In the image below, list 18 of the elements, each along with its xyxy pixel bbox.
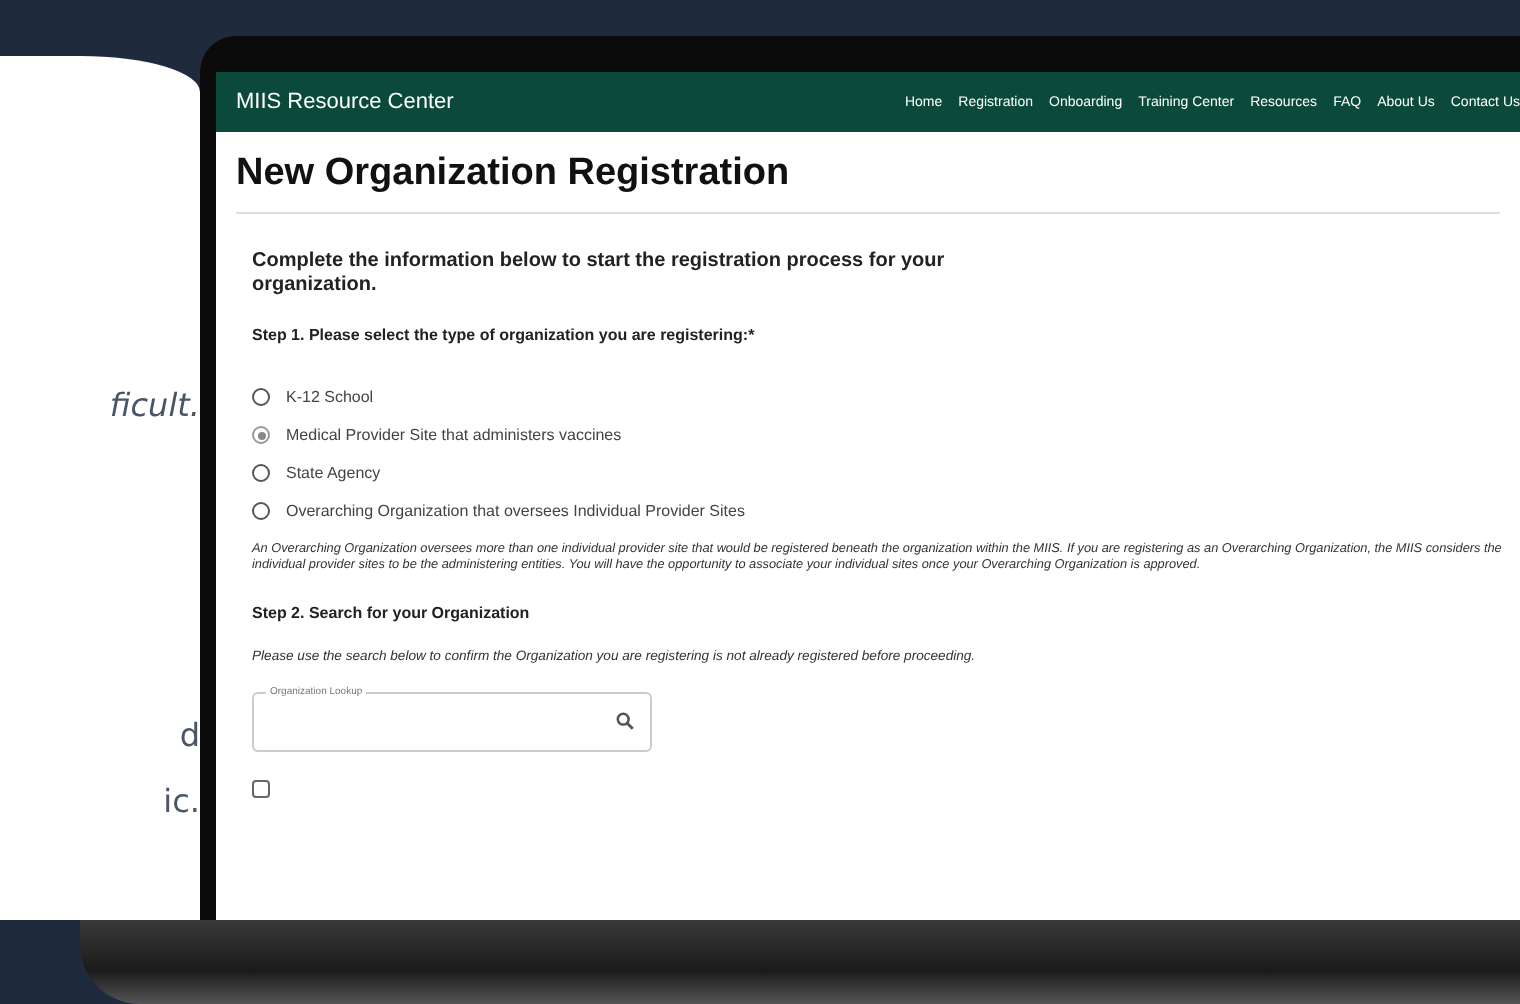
checkbox[interactable] bbox=[252, 779, 270, 798]
site-title[interactable]: MIIS Resource Center bbox=[236, 90, 905, 114]
step-heading: Step 1. Please select the type of organization you are registering:* bbox=[252, 326, 757, 344]
text-fragment: ficult. bbox=[109, 386, 200, 424]
text-fragment: d bbox=[179, 716, 200, 754]
search-icon bbox=[616, 712, 634, 731]
page-title: New Organization Registration bbox=[236, 152, 792, 196]
radio-button[interactable] bbox=[252, 426, 270, 444]
radio-button[interactable] bbox=[252, 502, 270, 520]
radio-button[interactable] bbox=[252, 464, 270, 482]
intro-text: Complete the information below to start the registration process for your organization. bbox=[252, 250, 947, 298]
radio-label: Overarching Organization that oversees Individual Provider Sites bbox=[286, 502, 745, 520]
radio-label: State Agency bbox=[286, 464, 381, 482]
step-heading: Step 2. Search for your Organization bbox=[252, 603, 532, 622]
text-fragment: ic. bbox=[163, 782, 200, 820]
radio-label: K-12 School bbox=[286, 388, 374, 406]
radio-label: Medical Provider Site that administers vaccines bbox=[286, 426, 622, 444]
radio-button[interactable] bbox=[252, 388, 270, 406]
